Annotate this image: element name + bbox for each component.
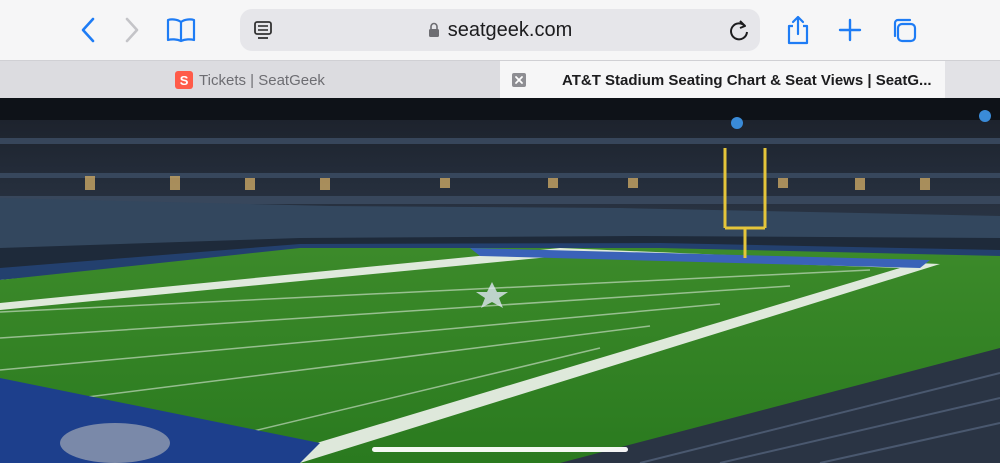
forward-button[interactable] bbox=[114, 12, 150, 48]
share-icon bbox=[787, 15, 809, 45]
tab-stadium-seating[interactable]: AT&T Stadium Seating Chart & Seat Views … bbox=[500, 61, 945, 99]
home-indicator bbox=[372, 447, 628, 452]
book-icon bbox=[166, 18, 196, 43]
back-button[interactable] bbox=[70, 12, 106, 48]
chevron-right-icon bbox=[125, 17, 139, 43]
tabs-overview-button[interactable] bbox=[886, 12, 922, 48]
reload-button[interactable] bbox=[728, 18, 750, 47]
share-button[interactable] bbox=[780, 12, 816, 48]
tab-bar: S Tickets | SeatGeek AT&T Stadium Seatin… bbox=[0, 60, 1000, 99]
tab-bar-empty-area bbox=[945, 61, 1000, 99]
chevron-left-icon bbox=[81, 17, 95, 43]
plus-icon bbox=[838, 18, 862, 42]
browser-toolbar: seatgeek.com bbox=[0, 0, 1000, 60]
stadium-photo bbox=[0, 98, 1000, 463]
url-text: seatgeek.com bbox=[447, 18, 573, 41]
close-tab-icon[interactable] bbox=[512, 73, 526, 87]
address-bar[interactable]: seatgeek.com bbox=[240, 9, 760, 51]
lock-icon bbox=[428, 22, 439, 37]
new-tab-button[interactable] bbox=[832, 12, 868, 48]
tab-tickets[interactable]: S Tickets | SeatGeek bbox=[0, 61, 500, 99]
tab-title: Tickets | SeatGeek bbox=[199, 71, 325, 89]
bookmarks-button[interactable] bbox=[163, 12, 199, 48]
tab-title: AT&T Stadium Seating Chart & Seat Views … bbox=[562, 71, 932, 89]
tabs-icon bbox=[893, 18, 917, 43]
seatgeek-favicon-icon: S bbox=[175, 71, 194, 89]
reload-icon bbox=[730, 20, 748, 41]
